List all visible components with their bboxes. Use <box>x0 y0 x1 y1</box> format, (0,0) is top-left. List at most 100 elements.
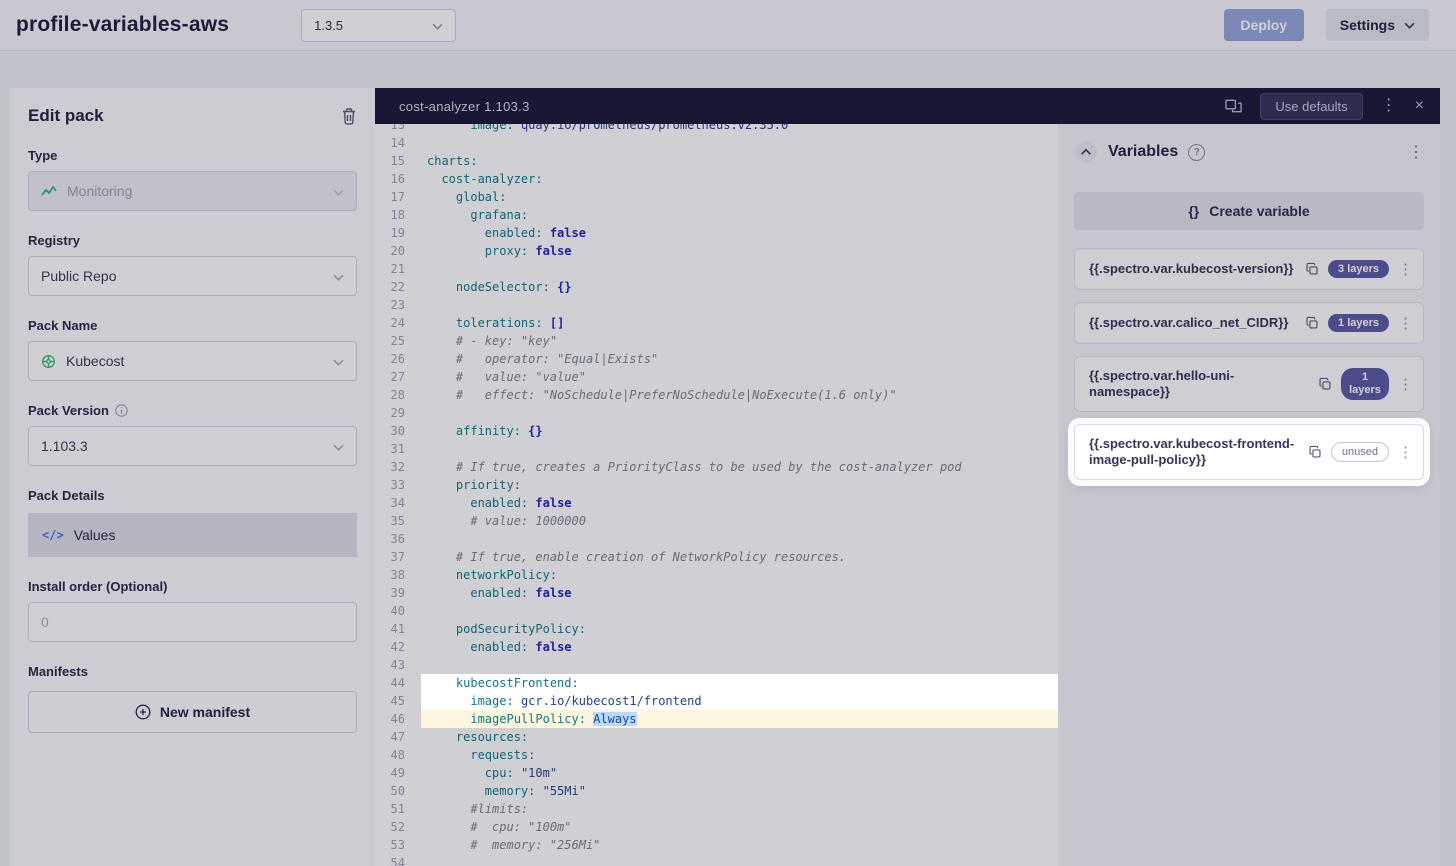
code-text: kubecostFrontend: <box>421 674 1058 692</box>
code-line[interactable]: 47 resources: <box>375 728 1058 746</box>
code-line[interactable]: 37 # If true, enable creation of Network… <box>375 548 1058 566</box>
variable-row[interactable]: {{.spectro.var.hello-uni-namespace}}1 la… <box>1074 356 1424 412</box>
code-line[interactable]: 48 requests: <box>375 746 1058 764</box>
split-view-icon[interactable] <box>1225 99 1242 113</box>
new-manifest-button[interactable]: New manifest <box>28 691 357 733</box>
create-variable-button[interactable]: {} Create variable <box>1074 192 1424 230</box>
code-line[interactable]: 49 cpu: "10m" <box>375 764 1058 782</box>
variables-menu-icon[interactable]: ⋮ <box>1408 142 1424 162</box>
deploy-button[interactable]: Deploy <box>1224 9 1304 41</box>
code-line[interactable]: 17 global: <box>375 188 1058 206</box>
code-line[interactable]: 21 <box>375 260 1058 278</box>
profile-version-select[interactable]: 1.3.5 <box>301 9 456 42</box>
copy-icon[interactable] <box>1305 262 1319 276</box>
code-text: # memory: "256Mi" <box>421 836 1058 854</box>
settings-button[interactable]: Settings <box>1326 9 1429 41</box>
code-line[interactable]: 50 memory: "55Mi" <box>375 782 1058 800</box>
type-select[interactable]: Monitoring <box>28 171 357 211</box>
code-text: tolerations: [] <box>421 314 1058 332</box>
code-line[interactable]: 22 nodeSelector: {} <box>375 278 1058 296</box>
code-line[interactable]: 18 grafana: <box>375 206 1058 224</box>
row-menu-icon[interactable]: ⋮ <box>1398 443 1413 461</box>
code-line[interactable]: 28 # effect: "NoSchedule|PreferNoSchedul… <box>375 386 1058 404</box>
row-menu-icon[interactable]: ⋮ <box>1398 375 1413 393</box>
code-text: # cpu: "100m" <box>421 818 1058 836</box>
code-line[interactable]: 25 # - key: "key" <box>375 332 1058 350</box>
code-line[interactable]: 23 <box>375 296 1058 314</box>
line-number: 38 <box>375 566 421 584</box>
install-order-input[interactable] <box>28 602 357 642</box>
code-line[interactable]: 14 <box>375 134 1058 152</box>
copy-icon[interactable] <box>1305 316 1319 330</box>
code-line[interactable]: 29 <box>375 404 1058 422</box>
code-line[interactable]: 36 <box>375 530 1058 548</box>
line-number: 43 <box>375 656 421 674</box>
code-line[interactable]: 35 # value: 1000000 <box>375 512 1058 530</box>
chevron-down-icon <box>333 183 344 199</box>
code-editor[interactable]: 13 image: quay.io/prometheus/prometheus:… <box>375 124 1058 866</box>
code-text <box>421 530 1058 548</box>
code-line[interactable]: 31 <box>375 440 1058 458</box>
code-line[interactable]: 39 enabled: false <box>375 584 1058 602</box>
code-line[interactable]: 38 networkPolicy: <box>375 566 1058 584</box>
code-text: imagePullPolicy: Always <box>421 710 1058 728</box>
code-line[interactable]: 40 <box>375 602 1058 620</box>
line-number: 14 <box>375 134 421 152</box>
pack-details-values-item[interactable]: </> Values <box>28 513 357 557</box>
line-number: 44 <box>375 674 421 692</box>
pack-version-select[interactable]: 1.103.3 <box>28 426 357 466</box>
line-number: 52 <box>375 818 421 836</box>
code-text: global: <box>421 188 1058 206</box>
code-line[interactable]: 42 enabled: false <box>375 638 1058 656</box>
type-label: Type <box>28 148 357 163</box>
code-line[interactable]: 41 podSecurityPolicy: <box>375 620 1058 638</box>
copy-icon[interactable] <box>1318 377 1332 391</box>
line-number: 33 <box>375 476 421 494</box>
code-text: memory: "55Mi" <box>421 782 1058 800</box>
use-defaults-button[interactable]: Use defaults <box>1260 93 1362 120</box>
code-line[interactable]: 16 cost-analyzer: <box>375 170 1058 188</box>
code-line[interactable]: 51 #limits: <box>375 800 1058 818</box>
registry-select[interactable]: Public Repo <box>28 256 357 296</box>
row-menu-icon[interactable]: ⋮ <box>1398 314 1413 332</box>
code-line[interactable]: 27 # value: "value" <box>375 368 1058 386</box>
code-area[interactable]: 13 image: quay.io/prometheus/prometheus:… <box>375 124 1058 866</box>
pack-version-label: Pack Version <box>28 403 109 418</box>
variable-row[interactable]: {{.spectro.var.calico_net_CIDR}}1 layers… <box>1074 302 1424 344</box>
code-line[interactable]: 13 image: quay.io/prometheus/prometheus:… <box>375 124 1058 134</box>
code-line[interactable]: 24 tolerations: [] <box>375 314 1058 332</box>
help-icon[interactable]: ? <box>1188 144 1205 161</box>
code-line[interactable]: 44 kubecostFrontend: <box>375 674 1058 692</box>
trash-icon <box>341 107 357 125</box>
code-line[interactable]: 45 image: gcr.io/kubecost1/frontend <box>375 692 1058 710</box>
collapse-panel-icon[interactable] <box>1074 140 1098 164</box>
code-line[interactable]: 54 <box>375 854 1058 866</box>
row-menu-icon[interactable]: ⋮ <box>1398 260 1413 278</box>
variable-row[interactable]: {{.spectro.var.kubecost-version}}3 layer… <box>1074 248 1424 290</box>
code-line[interactable]: 19 enabled: false <box>375 224 1058 242</box>
monitoring-chart-icon <box>41 185 57 197</box>
delete-pack-button[interactable] <box>341 107 357 125</box>
line-number: 30 <box>375 422 421 440</box>
code-line[interactable]: 30 affinity: {} <box>375 422 1058 440</box>
code-line[interactable]: 53 # memory: "256Mi" <box>375 836 1058 854</box>
code-line[interactable]: 46 imagePullPolicy: Always <box>375 710 1058 728</box>
line-number: 20 <box>375 242 421 260</box>
variable-name: {{.spectro.var.kubecost-frontend-image-p… <box>1089 436 1299 468</box>
code-line[interactable]: 32 # If true, creates a PriorityClass to… <box>375 458 1058 476</box>
code-line[interactable]: 33 priority: <box>375 476 1058 494</box>
variable-row[interactable]: {{.spectro.var.kubecost-frontend-image-p… <box>1074 424 1424 480</box>
pack-name-select[interactable]: Kubecost <box>28 341 357 381</box>
code-line[interactable]: 43 <box>375 656 1058 674</box>
close-icon[interactable]: × <box>1415 98 1424 114</box>
registry-label: Registry <box>28 233 357 248</box>
code-line[interactable]: 26 # operator: "Equal|Exists" <box>375 350 1058 368</box>
code-line[interactable]: 20 proxy: false <box>375 242 1058 260</box>
code-text: proxy: false <box>421 242 1058 260</box>
topbar: profile-variables-aws 1.3.5 Deploy Setti… <box>0 0 1456 50</box>
editor-menu-icon[interactable]: ⋮ <box>1381 98 1397 114</box>
copy-icon[interactable] <box>1308 445 1322 459</box>
code-line[interactable]: 15charts: <box>375 152 1058 170</box>
code-line[interactable]: 52 # cpu: "100m" <box>375 818 1058 836</box>
code-line[interactable]: 34 enabled: false <box>375 494 1058 512</box>
